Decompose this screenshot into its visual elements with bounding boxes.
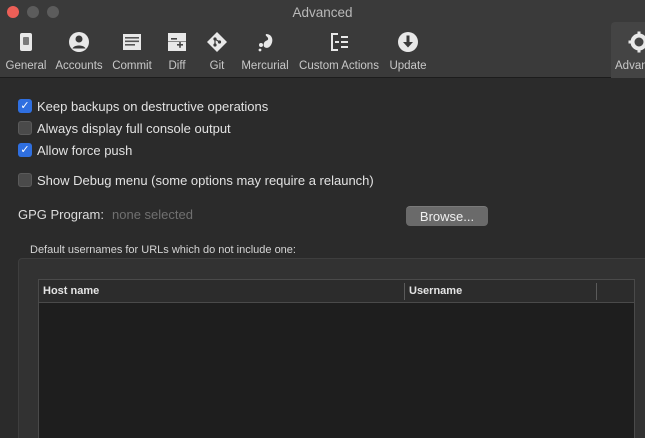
toolbar-item-label: Commit: [112, 60, 152, 72]
column-divider[interactable]: [596, 283, 597, 300]
custom-actions-icon: [331, 33, 348, 51]
toolbar-item-git[interactable]: Git: [200, 28, 234, 76]
general-icon: [20, 33, 32, 51]
full-console-option[interactable]: Always display full console output: [18, 119, 231, 137]
toolbar-item-custom-actions[interactable]: Custom Actions: [296, 28, 382, 76]
toolbar-item-label: General: [5, 60, 47, 72]
keep-backups-checkbox[interactable]: ✓: [18, 99, 32, 113]
title-bar: Advanced General Accounts Commit Diff Gi…: [0, 0, 645, 78]
toolbar-item-mercurial[interactable]: Mercurial: [238, 28, 292, 76]
column-header-host-name[interactable]: Host name: [43, 285, 99, 297]
debug-menu-label: Show Debug menu (some options may requir…: [37, 172, 374, 188]
accounts-icon: [69, 32, 89, 52]
keep-backups-option[interactable]: ✓ Keep backups on destructive operations: [18, 97, 268, 115]
toolbar-item-label: Accounts: [55, 60, 103, 72]
toolbar-item-accounts[interactable]: Accounts: [52, 28, 106, 76]
toolbar-item-general[interactable]: General: [2, 28, 50, 76]
toolbar-item-diff[interactable]: Diff: [158, 28, 196, 76]
browse-button[interactable]: Browse...: [406, 206, 488, 226]
debug-menu-checkbox[interactable]: [18, 173, 32, 187]
full-console-label: Always display full console output: [37, 120, 231, 136]
toolbar-item-label: Update: [389, 60, 427, 72]
toolbar-item-label: Advanced: [615, 60, 645, 72]
table-header: Host name Username: [39, 280, 634, 303]
force-push-label: Allow force push: [37, 142, 133, 158]
window-title: Advanced: [292, 5, 353, 20]
toolbar-item-advanced[interactable]: Advanced: [611, 22, 645, 78]
update-icon: [398, 32, 418, 52]
mercurial-icon: [258, 34, 273, 52]
git-icon: [207, 32, 227, 52]
gpg-program-label: GPG Program:: [18, 207, 104, 222]
force-push-option[interactable]: ✓ Allow force push: [18, 141, 132, 159]
toolbar-item-label: Custom Actions: [299, 60, 379, 72]
commit-icon: [123, 34, 141, 50]
column-header-username[interactable]: Username: [409, 285, 462, 297]
toolbar-item-update[interactable]: Update: [386, 28, 430, 76]
gpg-program-value: none selected: [112, 207, 193, 222]
full-console-checkbox[interactable]: [18, 121, 32, 135]
keep-backups-label: Keep backups on destructive operations: [37, 98, 269, 114]
toolbar-item-label: Diff: [168, 60, 186, 72]
diff-icon: [168, 33, 186, 51]
column-divider[interactable]: [404, 283, 405, 300]
toolbar-item-label: Mercurial: [241, 60, 289, 72]
debug-menu-option[interactable]: Show Debug menu (some options may requir…: [18, 171, 374, 189]
default-usernames-caption: Default usernames for URLs which do not …: [30, 244, 296, 256]
default-usernames-table[interactable]: Host name Username: [38, 279, 635, 438]
toolbar-item-label: Git: [209, 60, 225, 72]
gear-icon: [628, 31, 645, 53]
force-push-checkbox[interactable]: ✓: [18, 143, 32, 157]
toolbar-item-commit[interactable]: Commit: [108, 28, 156, 76]
advanced-preferences-pane: ✓ Keep backups on destructive operations…: [0, 79, 645, 438]
